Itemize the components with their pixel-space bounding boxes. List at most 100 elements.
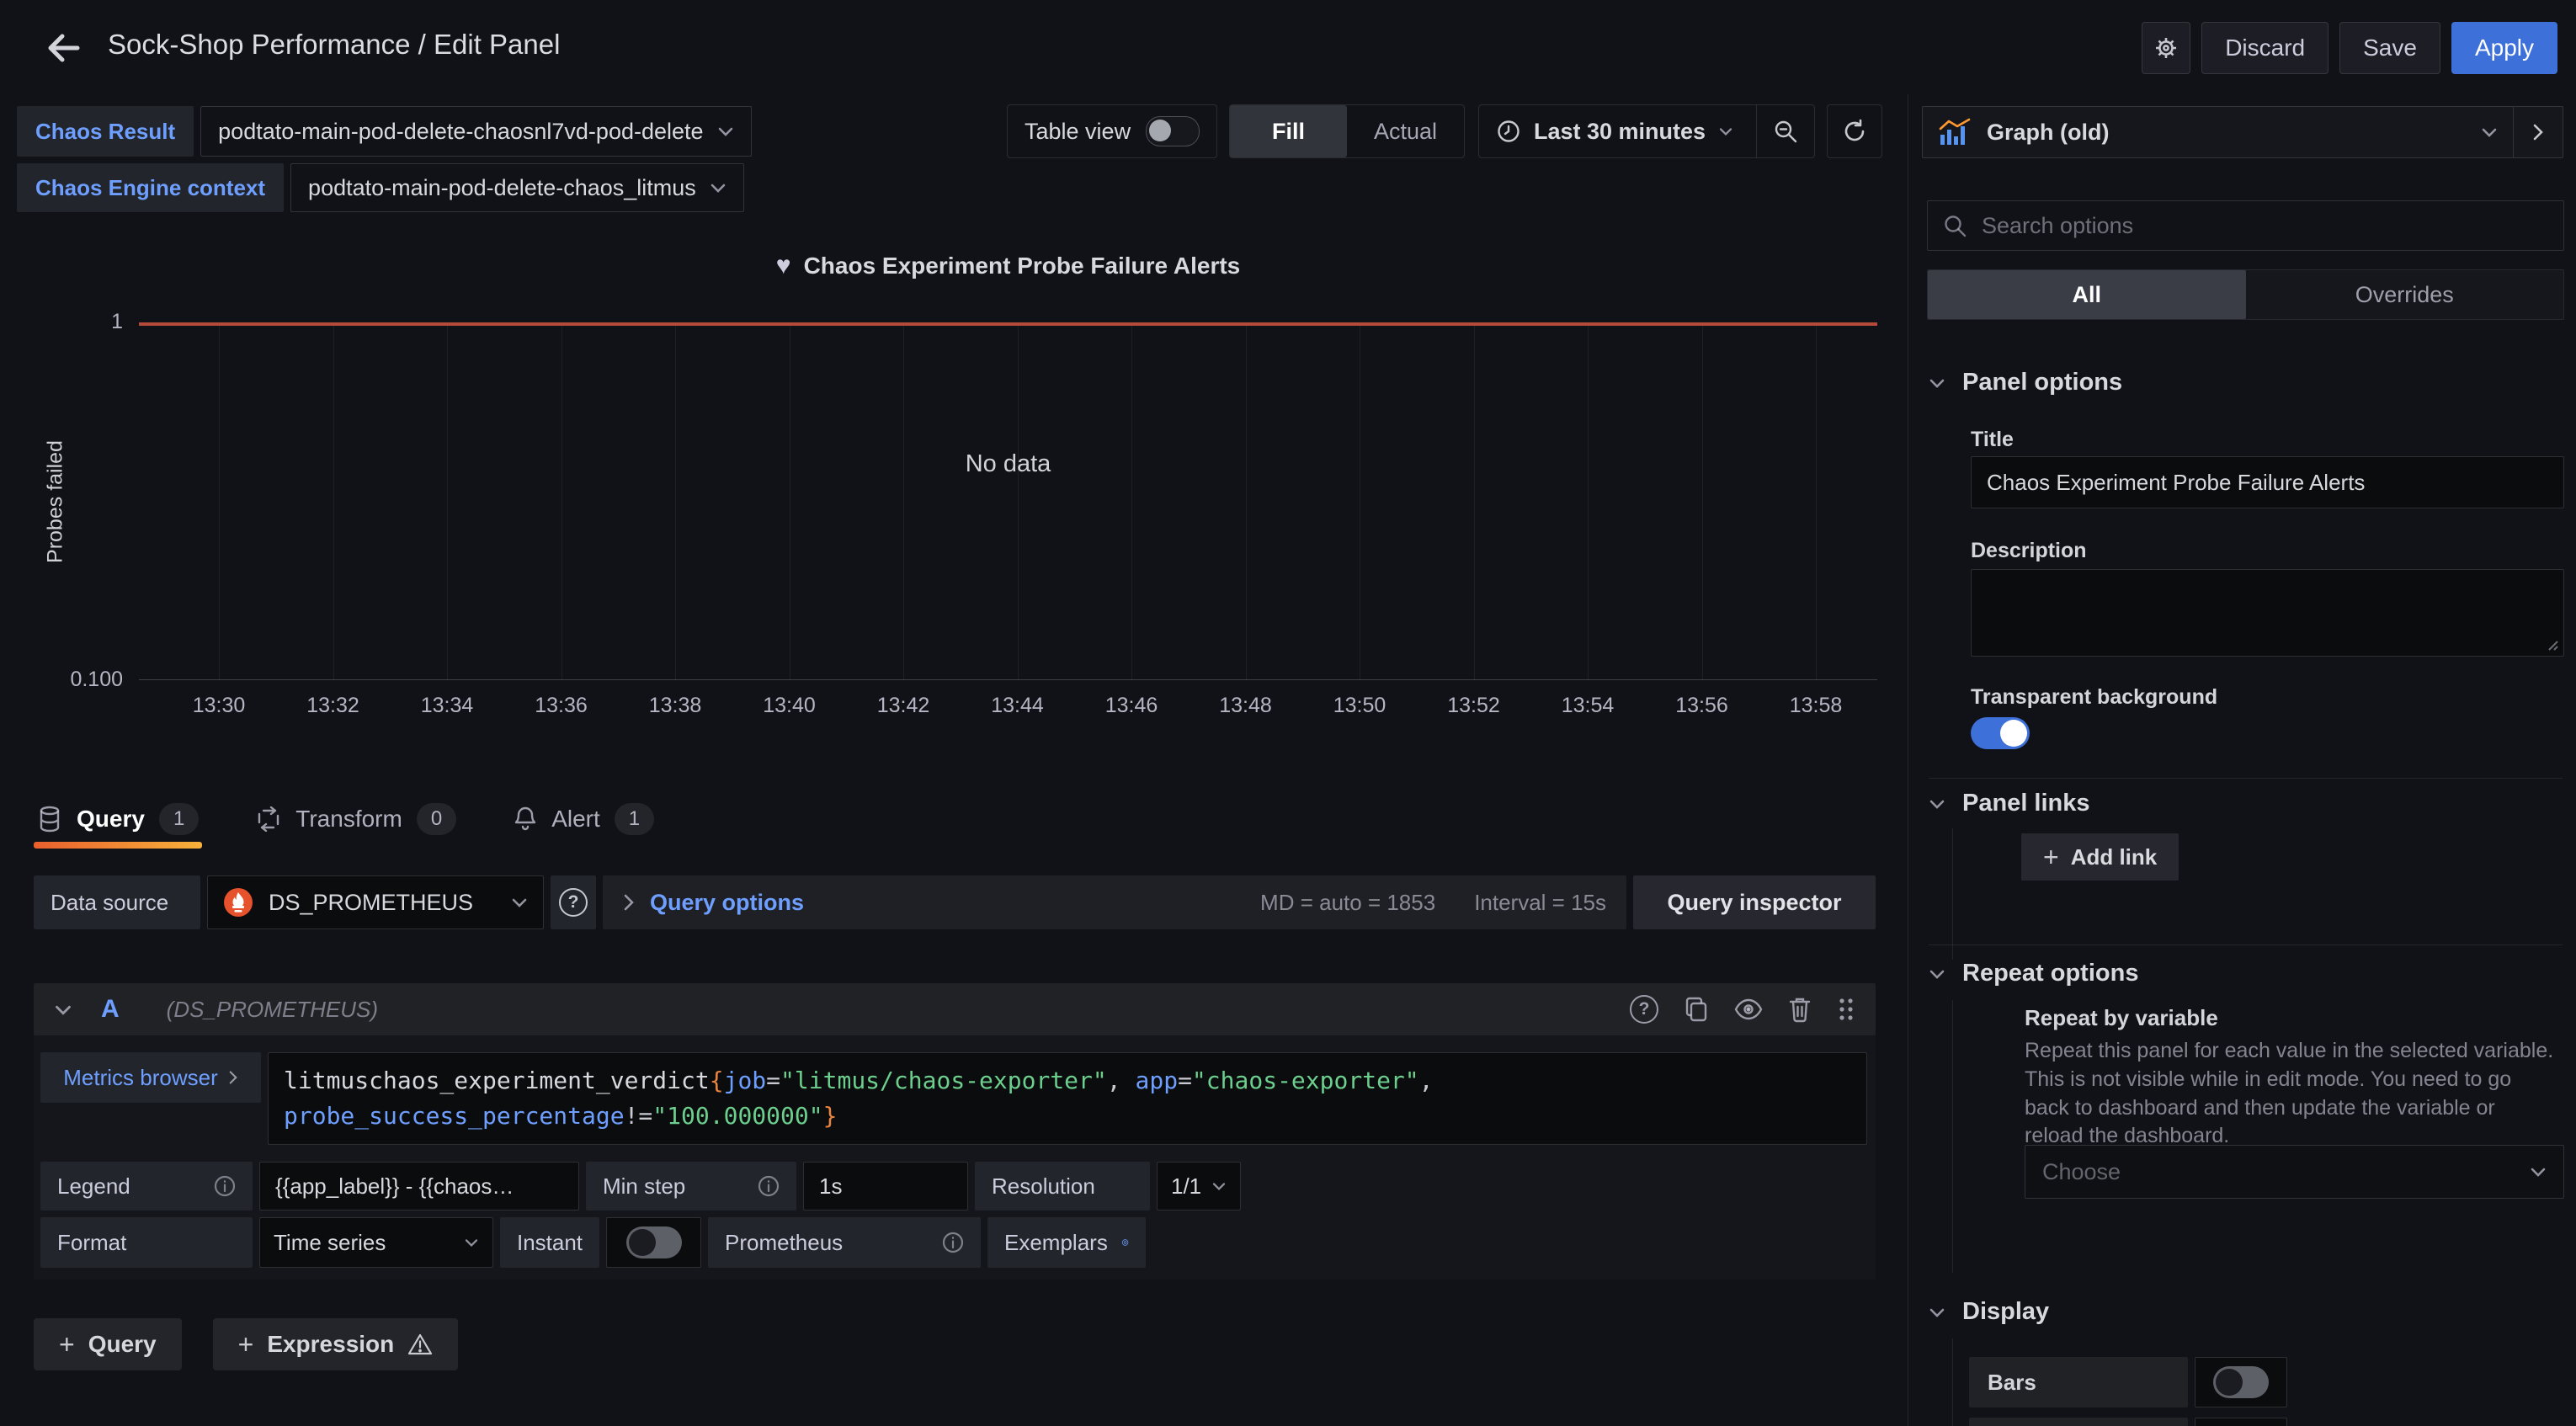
variable-chaos-result: Chaos Result podtato-main-pod-delete-cha… bbox=[17, 106, 752, 157]
gridline bbox=[447, 326, 448, 680]
time-picker: Last 30 minutes bbox=[1478, 104, 1815, 158]
add-link-button[interactable]: + Add link bbox=[2021, 833, 2179, 881]
add-query-button[interactable]: + Query bbox=[34, 1318, 182, 1370]
metrics-browser-button[interactable]: Metrics browser bbox=[40, 1052, 261, 1103]
add-expression-button[interactable]: + Expression bbox=[213, 1318, 459, 1370]
instant-toggle[interactable] bbox=[626, 1226, 682, 1258]
min-step-input[interactable] bbox=[803, 1162, 968, 1211]
tab-label: Alert bbox=[551, 806, 600, 833]
fill-actual-segment: Fill Actual bbox=[1229, 104, 1465, 158]
panel-settings-gear-icon[interactable] bbox=[2142, 22, 2190, 74]
visualization-expand-chevron[interactable] bbox=[2513, 107, 2563, 157]
tab-all[interactable]: All bbox=[1928, 270, 2246, 319]
query-ref-datasource: (DS_PROMETHEUS) bbox=[167, 997, 378, 1023]
refresh-icon[interactable] bbox=[1827, 104, 1882, 158]
warning-triangle-icon bbox=[407, 1333, 433, 1356]
prometheus-icon bbox=[223, 887, 253, 918]
query-row-header[interactable]: A (DS_PROMETHEUS) ? bbox=[34, 983, 1876, 1035]
query-options-bar[interactable]: Query options MD = auto = 1853 Interval … bbox=[603, 875, 1626, 929]
description-textarea[interactable] bbox=[1971, 569, 2564, 657]
bars-label: Bars bbox=[1969, 1357, 2188, 1407]
display-heading: Display bbox=[1962, 1298, 2049, 1326]
delete-query-trash-icon[interactable] bbox=[1788, 996, 1812, 1023]
repeat-variable-placeholder: Choose bbox=[2042, 1159, 2121, 1185]
options-filter-tabs: All Overrides bbox=[1927, 269, 2564, 320]
time-range-button[interactable]: Last 30 minutes bbox=[1479, 119, 1756, 145]
section-guide-line bbox=[1952, 828, 1953, 960]
chevron-right-icon bbox=[623, 893, 635, 912]
options-search-input[interactable] bbox=[1980, 212, 2548, 240]
tab-transform[interactable]: Transform 0 bbox=[253, 790, 460, 849]
table-view-toggle[interactable] bbox=[1146, 116, 1200, 146]
apply-button[interactable]: Apply bbox=[2451, 22, 2557, 74]
x-tick-label: 13:30 bbox=[168, 694, 269, 718]
bars-toggle-cell bbox=[2195, 1357, 2287, 1407]
instant-label-text: Instant bbox=[517, 1230, 583, 1256]
x-tick-label: 13:58 bbox=[1765, 694, 1866, 718]
tab-label: Query bbox=[77, 806, 145, 833]
next-option-toggle-partial bbox=[2195, 1418, 2287, 1426]
visualization-name: Graph (old) bbox=[1987, 120, 2109, 146]
zoom-out-icon[interactable] bbox=[1757, 119, 1814, 144]
plus-icon: + bbox=[2043, 843, 2059, 870]
panel-options-section-header[interactable]: Panel options bbox=[1929, 369, 2122, 396]
display-section-header[interactable]: Display bbox=[1929, 1298, 2049, 1326]
format-select[interactable]: Time series bbox=[259, 1217, 493, 1268]
repeat-options-section-header[interactable]: Repeat options bbox=[1929, 960, 2138, 987]
save-button[interactable]: Save bbox=[2339, 22, 2440, 74]
y-tick-1: 1 bbox=[30, 310, 123, 334]
gridline bbox=[903, 326, 904, 680]
discard-button[interactable]: Discard bbox=[2201, 22, 2329, 74]
section-guide-line bbox=[1952, 1000, 1953, 1273]
chevron-right-icon bbox=[228, 1070, 238, 1085]
resolution-select[interactable]: 1/1 bbox=[1157, 1162, 1241, 1211]
transparent-background-label: Transparent background bbox=[1971, 685, 2217, 710]
table-view-label: Table view bbox=[1025, 119, 1131, 145]
legend-input[interactable] bbox=[259, 1162, 579, 1211]
chevron-down-icon bbox=[1929, 968, 1945, 980]
prometheus-label-text: Prometheus bbox=[725, 1230, 843, 1256]
bars-toggle[interactable] bbox=[2213, 1366, 2269, 1398]
x-tick-label: 13:38 bbox=[625, 694, 726, 718]
y-axis-title: Probes failed bbox=[44, 440, 68, 563]
tab-count-badge: 1 bbox=[615, 803, 654, 835]
actual-segment[interactable]: Actual bbox=[1347, 105, 1464, 157]
time-range-label: Last 30 minutes bbox=[1534, 119, 1706, 145]
duplicate-query-icon[interactable] bbox=[1684, 996, 1709, 1023]
drag-handle-icon[interactable] bbox=[1837, 996, 1855, 1023]
tab-alert[interactable]: Alert 1 bbox=[510, 790, 657, 849]
variable-value-dropdown[interactable]: podtato-main-pod-delete-chaos_litmus bbox=[290, 163, 744, 212]
tab-count-badge: 0 bbox=[417, 803, 456, 835]
panel-links-section-header[interactable]: Panel links bbox=[1929, 790, 2090, 817]
info-icon bbox=[758, 1175, 780, 1197]
chevron-down-icon bbox=[1929, 377, 1945, 389]
gridline bbox=[1246, 326, 1247, 680]
graph-chart-icon bbox=[1938, 118, 1972, 146]
back-arrow-icon[interactable] bbox=[40, 25, 86, 71]
transparent-background-toggle[interactable] bbox=[1971, 717, 2030, 749]
chevron-down-icon[interactable] bbox=[54, 1003, 72, 1016]
chevron-down-icon bbox=[2481, 126, 2498, 138]
add-buttons-row: + Query + Expression bbox=[34, 1318, 458, 1370]
promql-expression[interactable]: litmuschaos_experiment_verdict{job="litm… bbox=[268, 1052, 1867, 1145]
visualization-select[interactable]: Graph (old) bbox=[1922, 106, 2563, 158]
tab-overrides[interactable]: Overrides bbox=[2246, 270, 2564, 319]
fill-segment[interactable]: Fill bbox=[1230, 105, 1347, 157]
add-link-label: Add link bbox=[2071, 844, 2158, 870]
resize-handle-icon[interactable] bbox=[2544, 636, 2559, 652]
exemplars-toggle-icon[interactable] bbox=[1121, 1230, 1129, 1255]
datasource-help-icon[interactable]: ? bbox=[551, 875, 596, 929]
query-help-icon[interactable]: ? bbox=[1630, 995, 1658, 1024]
repeat-variable-select[interactable]: Choose bbox=[2025, 1145, 2564, 1199]
query-inspector-button[interactable]: Query inspector bbox=[1633, 875, 1876, 929]
panel-title-input[interactable] bbox=[1971, 456, 2564, 508]
gridline bbox=[1816, 326, 1817, 680]
datasource-select[interactable]: DS_PROMETHEUS bbox=[207, 875, 544, 929]
interval-info: Interval = 15s bbox=[1474, 890, 1606, 916]
variable-value-dropdown[interactable]: podtato-main-pod-delete-chaosnl7vd-pod-d… bbox=[200, 106, 751, 157]
gridline bbox=[675, 326, 676, 680]
page-title: Sock-Shop Performance / Edit Panel bbox=[108, 29, 560, 61]
tab-query[interactable]: Query 1 bbox=[34, 790, 202, 849]
toggle-visibility-eye-icon[interactable] bbox=[1734, 998, 1763, 1020]
gridline bbox=[1131, 326, 1132, 680]
